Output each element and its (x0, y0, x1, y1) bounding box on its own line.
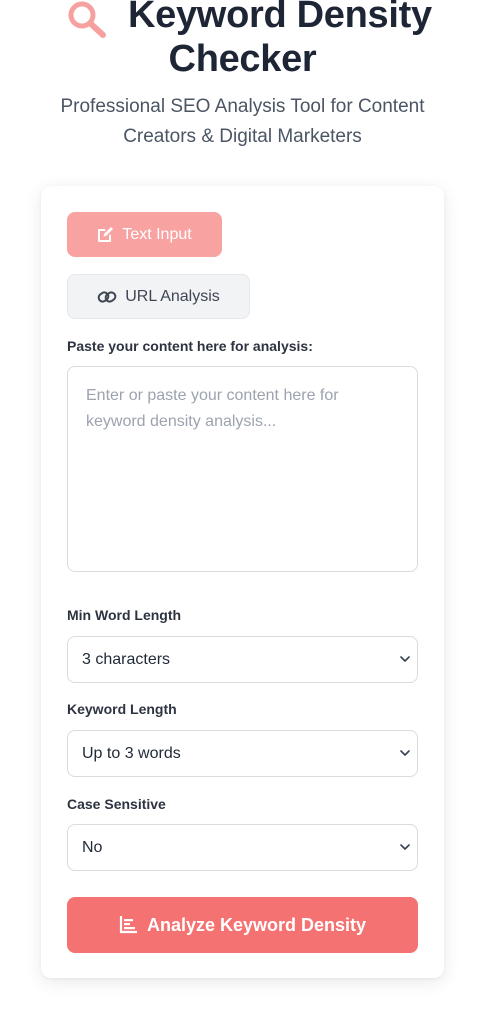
page-title-line-1: Keyword Density (128, 0, 432, 36)
min-word-length-select[interactable]: 3 characters (67, 636, 418, 683)
case-sensitive-value: No (82, 838, 103, 856)
case-sensitive-label: Case Sensitive (67, 796, 166, 812)
page-subtitle: Professional SEO Analysis Tool for Conte… (60, 96, 425, 147)
page-title-line-2: Checker (168, 38, 317, 80)
analyze-button[interactable]: Analyze Keyword Density (67, 897, 418, 953)
case-sensitive-select[interactable]: No (67, 824, 418, 871)
tab-url-analysis-label: URL Analysis (125, 287, 220, 305)
chart-icon (119, 916, 137, 934)
keyword-length-value: Up to 3 words (82, 744, 181, 762)
analyze-button-label: Analyze Keyword Density (146, 914, 367, 935)
tab-url-analysis[interactable]: URL Analysis (67, 274, 250, 319)
chevron-down-icon (400, 656, 410, 662)
title-row: Keyword Density Checker (0, 0, 485, 88)
min-word-length-value: 3 characters (82, 650, 171, 668)
link-icon (97, 290, 117, 303)
min-word-length-label: Min Word Length (67, 607, 182, 623)
tab-text-input-label: Text Input (122, 225, 192, 243)
chevron-down-icon (400, 844, 410, 850)
analysis-card: Text Input URL Analysis Paste your conte… (41, 186, 444, 978)
tab-text-input[interactable]: Text Input (67, 212, 222, 257)
search-icon (68, 1, 106, 38)
edit-icon (98, 227, 114, 242)
content-label: Paste your content here for analysis: (67, 338, 313, 354)
chevron-down-icon (400, 750, 410, 756)
keyword-length-select[interactable]: Up to 3 words (67, 730, 418, 777)
keyword-length-label: Keyword Length (67, 701, 177, 717)
content-textarea[interactable]: Enter or paste your content here for key… (67, 366, 418, 572)
